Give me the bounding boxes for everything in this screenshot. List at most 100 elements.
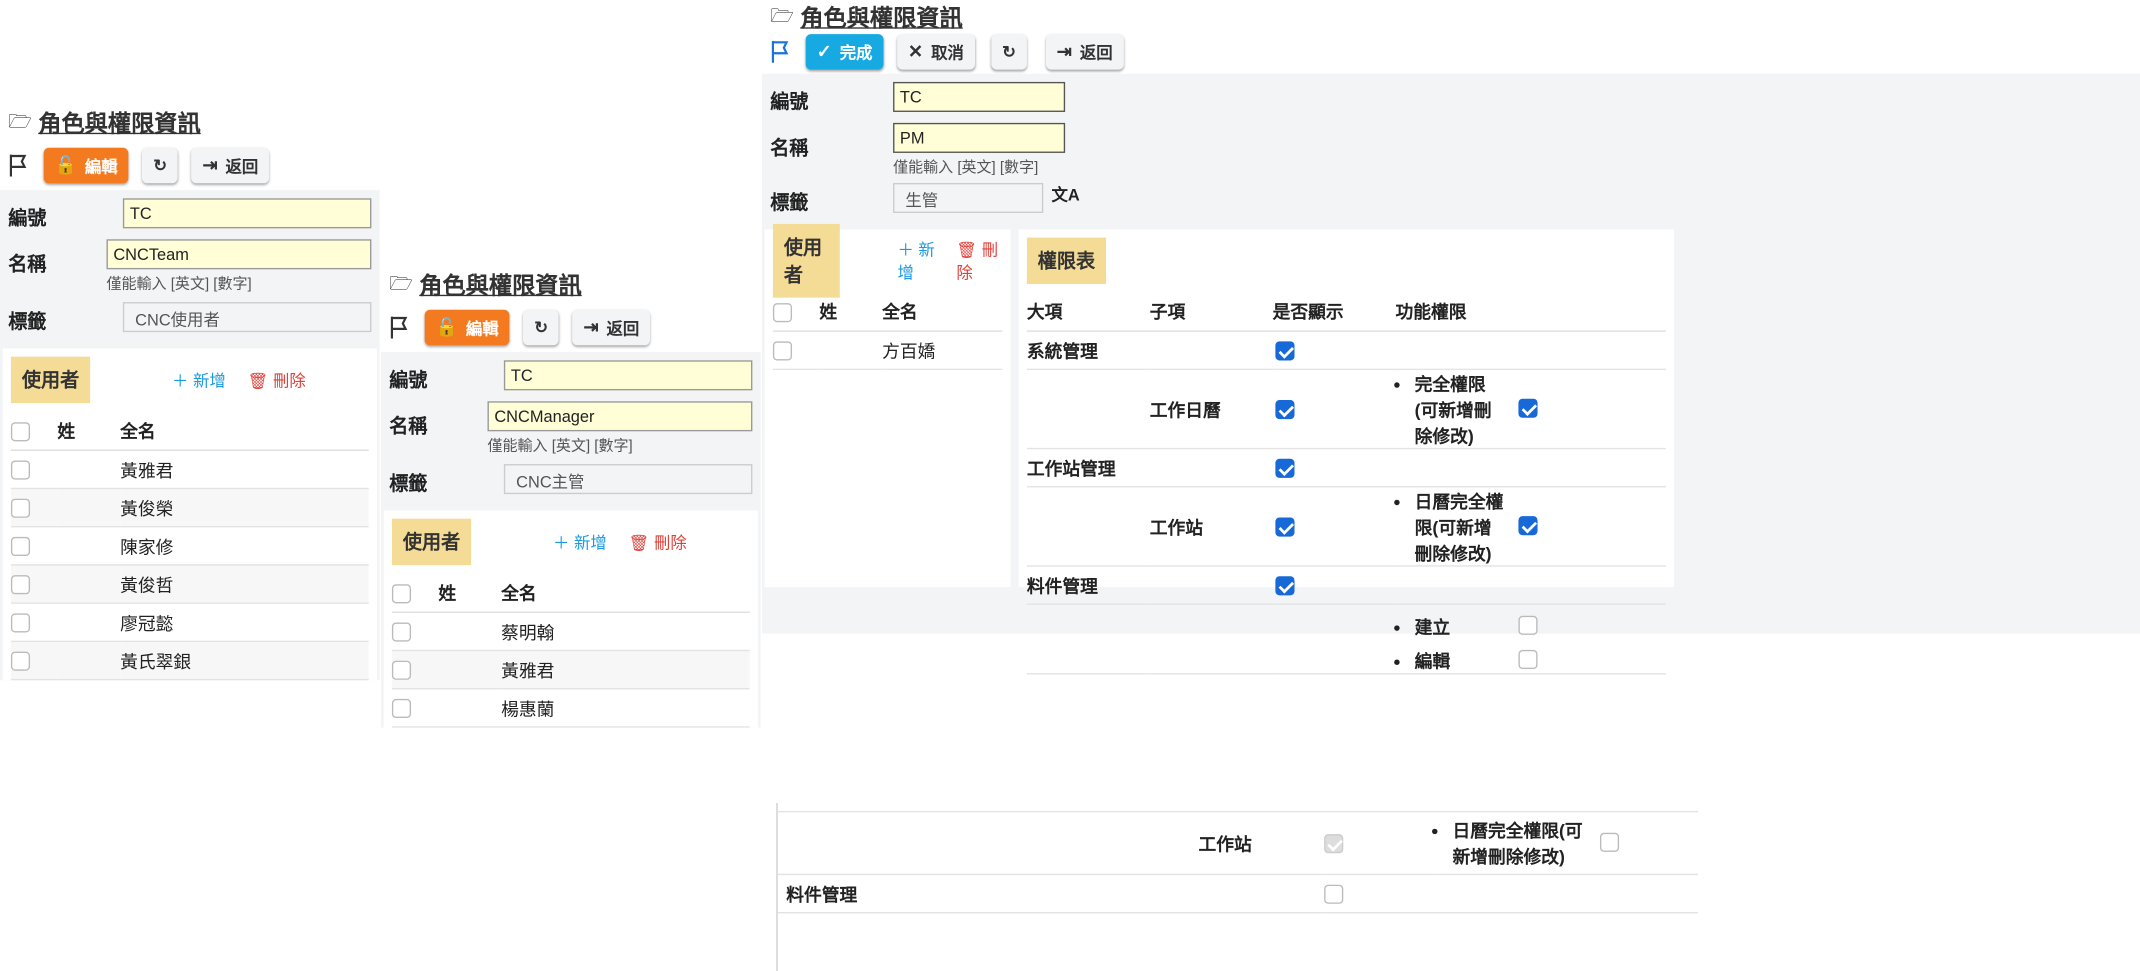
row-checkbox[interactable]	[391, 698, 412, 718]
tag-input[interactable]: CNC使用者	[122, 302, 372, 333]
func-checkbox[interactable]	[1518, 615, 1538, 635]
func-checkbox[interactable]	[1518, 516, 1538, 536]
folder-open-icon: 🗁	[389, 271, 413, 294]
users-table: 姓全名 黃雅君 黃俊榮 陳家修 黃俊哲 廖冠懿 黃氏翠銀	[10, 411, 369, 680]
delete-user-button[interactable]: 🗑 刪除	[629, 530, 687, 553]
table-row: 建立編輯	[1026, 603, 1666, 674]
select-all-checkbox[interactable]	[10, 421, 31, 441]
refresh-icon: ↻	[534, 317, 548, 338]
role-panel-cncteam: 🗁 角色與權限資訊 🔓 編輯 ↻ ⇥ 返回 編號 TC 名稱 CNCTeam 僅能輸入 [英…	[0, 100, 380, 774]
add-user-button[interactable]: ＋ 新增	[897, 238, 939, 284]
back-button[interactable]: ⇥ 返回	[572, 309, 651, 346]
show-checkbox[interactable]	[1324, 833, 1344, 853]
table-row: 陳家修	[10, 526, 369, 565]
select-all-checkbox[interactable]	[391, 583, 412, 603]
cancel-button[interactable]: ✕ 取消	[897, 34, 975, 70]
tag-input[interactable]: CNC主管	[503, 464, 753, 495]
folder-open-icon: 🗁	[8, 109, 32, 132]
table-row: 蔡明翰	[391, 611, 750, 651]
flag-icon[interactable]	[770, 40, 792, 65]
row-checkbox[interactable]	[10, 574, 31, 594]
delete-user-button[interactable]: 🗑 刪除	[248, 368, 306, 391]
row-checkbox[interactable]	[10, 460, 31, 480]
role-panel-cncmanager: 🗁 角色與權限資訊 🔓 編輯 ↻ ⇥ 返回 編號 TC 名稱 CNCManager 僅能輸入…	[381, 262, 761, 971]
code-input[interactable]: TC	[893, 81, 1066, 112]
users-card: 使用者 ＋ 新增 🗑 刪除 姓全名 黃雅君 黃俊榮 陳家修 黃俊哲 廖冠懿 黃氏翠銀	[2, 348, 377, 680]
users-title: 使用者	[10, 356, 91, 404]
tag-label: 標籤	[8, 310, 47, 333]
show-checkbox[interactable]	[1275, 517, 1295, 537]
show-checkbox[interactable]	[1275, 575, 1295, 596]
table-row: 系統管理	[1026, 330, 1666, 370]
refresh-icon: ↻	[1002, 42, 1016, 62]
show-checkbox[interactable]	[1275, 399, 1295, 419]
show-checkbox[interactable]	[1324, 884, 1344, 904]
users-title: 使用者	[391, 518, 472, 566]
refresh-icon: ↻	[153, 155, 167, 176]
folder-open-icon: 🗁	[770, 4, 794, 26]
row-checkbox[interactable]	[10, 498, 31, 518]
row-checkbox[interactable]	[772, 341, 793, 361]
name-hint: 僅能輸入 [英文] [數字]	[106, 276, 252, 293]
add-user-button[interactable]: ＋ 新增	[553, 530, 607, 553]
users-card: 使用者 ＋ 新增 🗑 刪除 姓全名 蔡明翰 黃雅君 楊惠蘭	[383, 510, 758, 727]
permission-card: 權限表 大項子項是否顯示功能權限 系統管理 工作日曆完全權限(可新增刪除修改) …	[1018, 229, 1675, 674]
table-row: 黃雅君	[10, 449, 369, 489]
table-row: 黃俊榮	[10, 487, 369, 527]
refresh-button[interactable]: ↻	[523, 309, 559, 346]
row-checkbox[interactable]	[10, 651, 31, 671]
check-icon: ✓	[816, 40, 832, 62]
table-row: 工作日曆完全權限(可新增刪除修改)	[1026, 368, 1666, 449]
select-all-checkbox[interactable]	[772, 302, 793, 322]
row-checkbox[interactable]	[10, 613, 31, 633]
tag-label: 標籤	[770, 191, 809, 214]
page-title: 角色與權限資訊	[38, 110, 201, 137]
name-input[interactable]: CNCManager	[487, 401, 753, 432]
table-row: 工作站日曆完全權限(可新增刪除修改)	[778, 810, 1698, 875]
lock-icon: 🔓	[435, 316, 458, 338]
back-button[interactable]: ⇥ 返回	[191, 147, 270, 184]
refresh-button[interactable]: ↻	[991, 34, 1027, 70]
table-row: 黃氏翠銀	[10, 640, 369, 680]
name-input[interactable]: PM	[893, 122, 1066, 153]
code-input[interactable]: TC	[504, 360, 753, 391]
show-checkbox[interactable]	[1275, 341, 1295, 361]
row-checkbox[interactable]	[391, 660, 412, 680]
done-button[interactable]: ✓ 完成	[805, 34, 884, 70]
name-input[interactable]: CNCTeam	[106, 239, 372, 270]
users-title: 使用者	[772, 223, 841, 298]
table-row: 工作站日曆完全權限(可新增刪除修改)	[1026, 486, 1666, 566]
name-label: 名稱	[770, 136, 809, 159]
row-checkbox[interactable]	[10, 536, 31, 556]
flag-icon[interactable]	[8, 153, 30, 178]
back-button[interactable]: ⇥ 返回	[1045, 34, 1124, 70]
func-checkbox[interactable]	[1518, 649, 1538, 670]
table-row: 方百嬌	[772, 330, 1003, 370]
table-row: 料件管理	[1026, 565, 1666, 605]
show-checkbox[interactable]	[1275, 458, 1295, 478]
edit-button[interactable]: 🔓 編輯	[424, 309, 510, 346]
add-user-button[interactable]: ＋ 新增	[172, 368, 226, 391]
delete-user-button[interactable]: 🗑 刪除	[956, 238, 1002, 284]
code-input[interactable]: TC	[123, 198, 372, 229]
translate-icon[interactable]: 文A	[1051, 183, 1079, 206]
role-panel-pm: 🗁 角色與權限資訊 ✓ 完成 ✕ 取消 ↻ ⇥ 返回 編號 TC 名稱 PM 僅能輸入 [英文…	[762, 0, 2140, 803]
edit-button[interactable]: 🔓 編輯	[43, 147, 129, 184]
name-label: 名稱	[389, 414, 428, 437]
tag-input[interactable]: 生管	[893, 182, 1044, 214]
table-row: 黃雅君	[391, 649, 750, 689]
code-label: 編號	[8, 206, 47, 229]
page-title: 角色與權限資訊	[800, 4, 963, 31]
func-checkbox[interactable]	[1518, 398, 1538, 418]
page-title: 角色與權限資訊	[419, 272, 582, 299]
users-table: 姓全名 蔡明翰 黃雅君 楊惠蘭	[391, 573, 750, 727]
name-hint: 僅能輸入 [英文] [數字]	[893, 159, 1039, 177]
exit-icon: ⇥	[583, 316, 599, 338]
table-row: 料件管理	[778, 873, 1698, 913]
users-card: 使用者 ＋ 新增 🗑 刪除 姓全名 方百嬌	[764, 223, 1011, 588]
flag-icon[interactable]	[389, 315, 411, 340]
table-row: 楊惠蘭	[391, 688, 750, 727]
row-checkbox[interactable]	[391, 622, 412, 642]
func-checkbox[interactable]	[1599, 832, 1620, 852]
refresh-button[interactable]: ↻	[142, 147, 178, 184]
